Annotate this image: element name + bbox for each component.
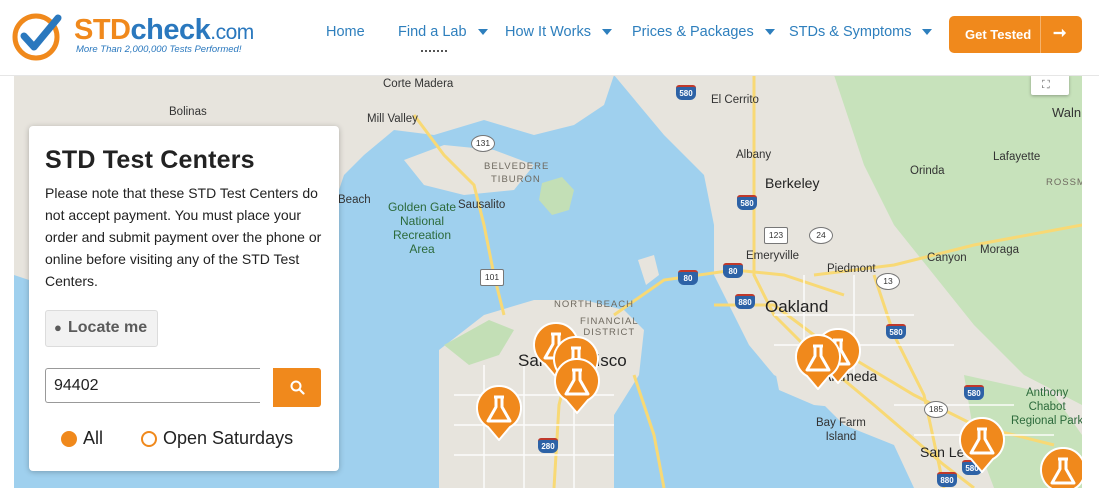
get-tested-label: Get Tested (965, 27, 1032, 42)
active-nav-indicator (421, 50, 447, 52)
map-label-bay-farm: Bay Farm Island (816, 417, 866, 443)
cta-divider (1040, 16, 1041, 53)
map-label-anthony-chabot: Anthony Chabot Regional Park (1011, 387, 1082, 427)
logo-check-icon (12, 13, 62, 61)
route-shield-i580: 580 (886, 324, 906, 339)
lab-pin[interactable] (554, 358, 600, 414)
route-shield-i880: 880 (937, 472, 957, 487)
route-shield-i580: 580 (737, 195, 757, 210)
route-marker-101: 101 (480, 269, 504, 286)
map-label-tiburon: TIBURON (491, 174, 541, 185)
route-shield-i80: 80 (678, 270, 698, 285)
lab-pin[interactable] (1040, 447, 1082, 488)
logo-tagline: More Than 2,000,000 Tests Performed! (76, 44, 242, 55)
locate-me-button[interactable]: ● Locate me (45, 310, 158, 347)
nav-how-it-works[interactable]: How It Works (505, 24, 612, 40)
map-label-sausalito: Sausalito (458, 199, 506, 211)
map-label-bolinas: Bolinas (169, 106, 207, 118)
flask-icon (1040, 447, 1082, 488)
flask-icon (554, 358, 600, 414)
route-marker-24: 24 (809, 227, 833, 244)
map-label-belvedere: BELVEDERE (484, 161, 550, 172)
map-label-moraga: Moraga (980, 244, 1019, 256)
filter-all-label: All (83, 428, 104, 448)
map-label-mill-valley: Mill Valley (367, 113, 418, 125)
filter-all-radio[interactable] (61, 430, 77, 447)
filter-open-saturdays-option[interactable]: Open Saturdays (141, 428, 293, 449)
map-label-beach: Beach (338, 194, 371, 206)
map-label-berkeley: Berkeley (765, 175, 820, 191)
map-label-san-leandro: San Le (920, 444, 965, 460)
chevron-down-icon (477, 29, 488, 35)
panel-title: STD Test Centers (45, 146, 255, 174)
nav-find-a-lab[interactable]: Find a Lab (398, 24, 488, 40)
zip-search-button[interactable] (273, 368, 321, 407)
route-shield-i80: 80 (723, 263, 743, 278)
nav-prices-packages[interactable]: Prices & Packages (632, 24, 775, 40)
filter-open-saturdays-label: Open Saturdays (163, 428, 294, 448)
arrow-right-icon: ➞ (1053, 25, 1067, 42)
route-marker-13: 13 (876, 273, 900, 290)
filter-open-saturdays-radio[interactable] (141, 430, 157, 447)
route-shield-i880: 880 (735, 294, 755, 309)
route-shield-i580: 580 (964, 385, 984, 400)
route-shield-i580: 580 (676, 85, 696, 100)
get-tested-button[interactable]: Get Tested ➞ (949, 16, 1082, 53)
map-label-piedmont: Piedmont (827, 263, 876, 275)
search-icon (290, 380, 305, 395)
logo-wordmark: STDcheck.com (74, 14, 254, 46)
map-label-financial-district: FINANCIAL DISTRICT (580, 316, 639, 338)
map-label-albany: Albany (736, 149, 772, 161)
lab-pin[interactable] (476, 385, 522, 441)
map-label-orinda: Orinda (910, 165, 945, 177)
stdcheck-logo[interactable]: STDcheck.com More Than 2,000,000 Tests P… (12, 10, 262, 62)
map-label-walnut: Waln (1052, 105, 1082, 120)
chevron-down-icon (601, 29, 612, 35)
map-label-corte-madera: Corte Madera (383, 78, 454, 90)
route-marker-131: 131 (471, 135, 495, 152)
payment-note: Please note that these STD Test Centers … (45, 185, 322, 289)
flask-icon (795, 334, 841, 390)
map-label-emeryville: Emeryville (746, 250, 800, 262)
locate-me-label: Locate me (68, 319, 148, 336)
map-label-north-beach: NORTH BEACH (554, 299, 634, 310)
chevron-down-icon (922, 29, 933, 35)
map-label-el-cerrito: El Cerrito (711, 94, 759, 106)
zip-search-input[interactable] (45, 368, 260, 403)
map-label-canyon: Canyon (927, 252, 967, 264)
map-label-lafayette: Lafayette (993, 151, 1041, 163)
map-marker-icon: ● (54, 320, 62, 335)
map-label-ggnra: Golden Gate National Recreation Area (387, 200, 457, 256)
lab-pin[interactable] (795, 334, 841, 390)
flask-icon (476, 385, 522, 441)
nav-stds-symptoms[interactable]: STDs & Symptoms (789, 24, 933, 40)
chevron-down-icon (764, 29, 775, 35)
test-centers-panel: STD Test Centers Please note that these … (29, 126, 339, 471)
map-label-oakland: Oakland (765, 297, 829, 316)
site-header: STDcheck.com More Than 2,000,000 Tests P… (0, 0, 1099, 76)
lab-pin[interactable] (959, 417, 1005, 473)
filter-all-option[interactable]: All (61, 428, 103, 449)
route-shield-i280: 280 (538, 438, 558, 453)
route-marker-123: 123 (764, 227, 788, 244)
route-marker-185: 185 (924, 401, 948, 418)
fullscreen-icon: ⛶ (1042, 79, 1050, 91)
flask-icon (959, 417, 1005, 473)
map-label-rossmoor: ROSSM (1046, 177, 1082, 188)
map-fullscreen-button[interactable]: ⛶ (1031, 75, 1069, 95)
nav-home[interactable]: Home (326, 24, 365, 40)
